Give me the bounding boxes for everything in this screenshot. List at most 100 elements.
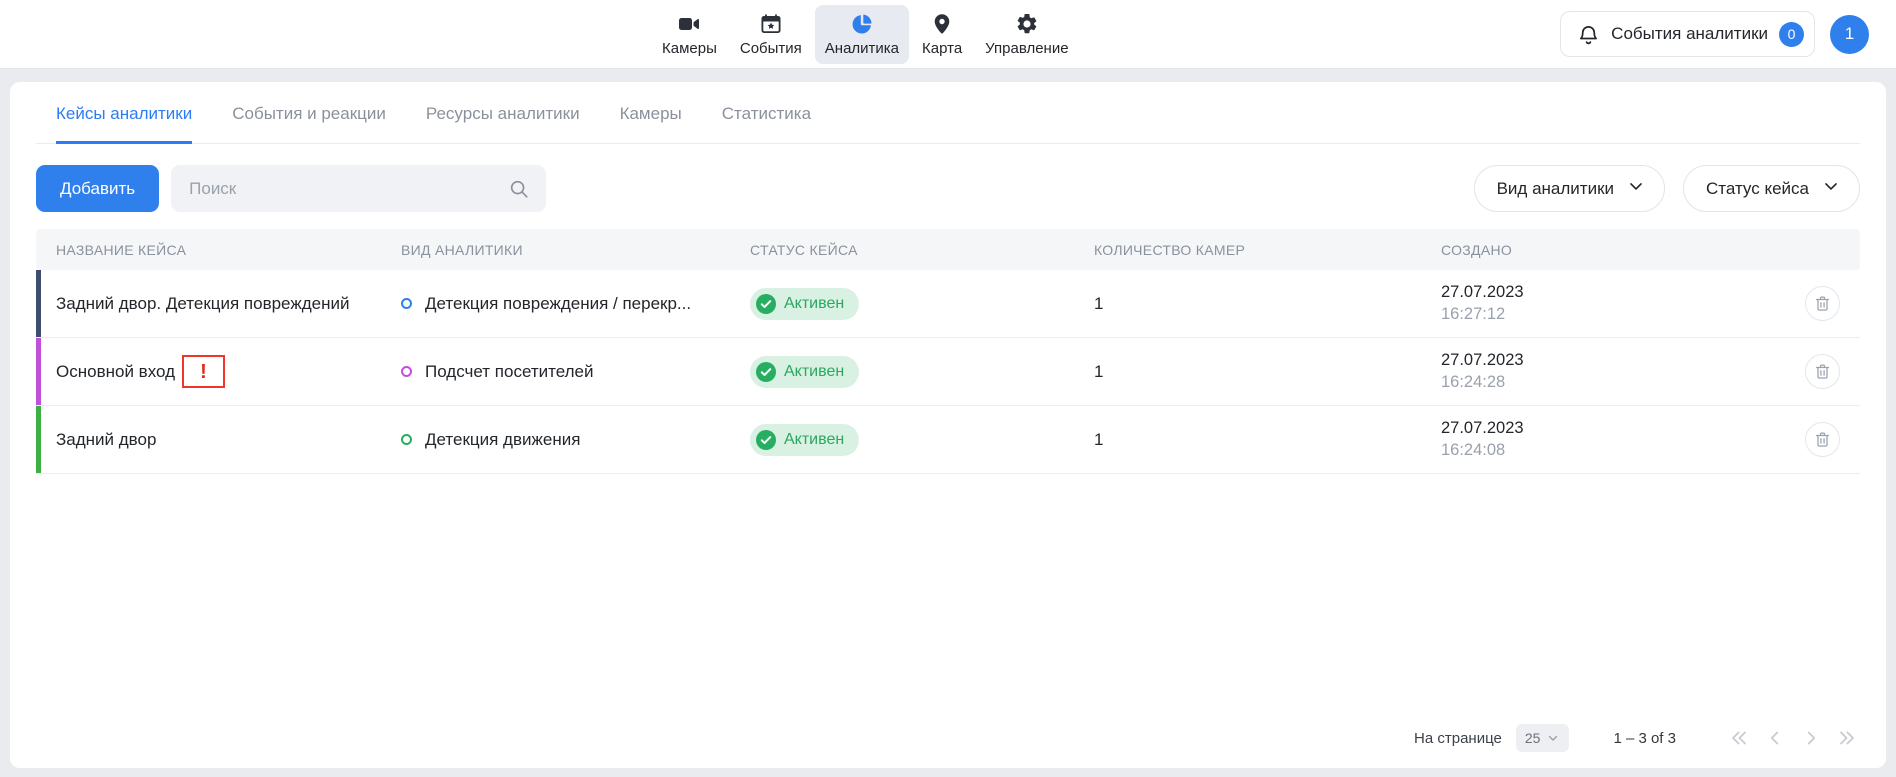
chevron-down-icon bbox=[1546, 731, 1560, 745]
table-row[interactable]: Основной вход ! Подсчет посетителей Акти… bbox=[36, 338, 1860, 406]
pager bbox=[1726, 725, 1860, 751]
exclamation-icon: ! bbox=[200, 362, 207, 382]
analytics-type-cell: Детекция движения bbox=[401, 430, 750, 450]
nav-item-label: События bbox=[740, 40, 802, 57]
add-button[interactable]: Добавить bbox=[36, 165, 159, 212]
analytics-icon bbox=[850, 12, 874, 36]
case-color-stripe bbox=[36, 270, 41, 337]
analytics-type-ring-icon bbox=[401, 434, 412, 445]
analytics-type-ring-icon bbox=[401, 366, 412, 377]
nav-item[interactable]: События bbox=[730, 5, 812, 64]
status-badge: Активен bbox=[750, 424, 859, 456]
created-time: 16:27:12 bbox=[1441, 304, 1790, 326]
top-navigation-bar: Камеры События Аналитика Карта Управлени… bbox=[0, 0, 1896, 69]
analytics-events-label: События аналитики bbox=[1611, 24, 1768, 44]
search-box bbox=[171, 165, 546, 212]
toolbar: Добавить Вид аналитики Статус кейса bbox=[36, 165, 1860, 212]
tab[interactable]: Кейсы аналитики bbox=[56, 82, 192, 144]
analytics-type-label: Детекция движения bbox=[425, 430, 580, 450]
column-header: ВИД АНАЛИТИКИ bbox=[401, 242, 750, 258]
nav-item-label: Аналитика bbox=[825, 40, 899, 57]
column-header: НАЗВАНИЕ КЕЙСА bbox=[36, 242, 401, 258]
tabs-bar: Кейсы аналитики События и реакции Ресурсы … bbox=[36, 82, 1860, 144]
delete-case-button[interactable] bbox=[1805, 422, 1840, 457]
last-page-button[interactable] bbox=[1834, 725, 1860, 751]
column-header: СТАТУС КЕЙСА bbox=[750, 242, 1094, 258]
main-nav: Камеры События Аналитика Карта Управлени… bbox=[652, 0, 1079, 68]
case-name: Задний двор. Детекция повреждений bbox=[56, 294, 349, 314]
nav-item[interactable]: Карта bbox=[912, 5, 972, 64]
per-page-label: На странице bbox=[1414, 730, 1502, 747]
analytics-events-button[interactable]: События аналитики 0 bbox=[1560, 11, 1815, 57]
case-status-filter[interactable]: Статус кейса bbox=[1683, 165, 1860, 212]
events-count-badge: 0 bbox=[1779, 22, 1804, 47]
created-cell: 27.07.2023 16:24:28 bbox=[1441, 350, 1790, 394]
nav-item-label: Камеры bbox=[662, 40, 717, 57]
camera-icon bbox=[677, 12, 701, 36]
delete-case-button[interactable] bbox=[1805, 286, 1840, 321]
case-name-cell: Задний двор bbox=[36, 430, 401, 450]
tab[interactable]: Статистика bbox=[722, 82, 811, 144]
check-circle-icon bbox=[756, 430, 776, 450]
tab[interactable]: Камеры bbox=[620, 82, 682, 144]
camera-count: 1 bbox=[1094, 362, 1441, 382]
case-name-cell: Задний двор. Детекция повреждений bbox=[36, 294, 401, 314]
search-input[interactable] bbox=[171, 165, 546, 212]
chevron-down-icon bbox=[1821, 176, 1841, 201]
nav-item[interactable]: Управление bbox=[975, 5, 1078, 64]
alert-highlight-box: ! bbox=[182, 355, 225, 388]
user-avatar[interactable]: 1 bbox=[1830, 15, 1869, 54]
created-date: 27.07.2023 bbox=[1441, 350, 1790, 372]
case-status-cell: Активен bbox=[750, 424, 1094, 456]
trash-icon bbox=[1813, 430, 1832, 449]
case-name: Задний двор bbox=[56, 430, 156, 450]
analytics-type-label: Подсчет посетителей bbox=[425, 362, 593, 382]
chevron-down-icon bbox=[1626, 176, 1646, 201]
case-status-cell: Активен bbox=[750, 356, 1094, 388]
row-actions bbox=[1790, 422, 1860, 457]
table-row[interactable]: Задний двор Детекция движения Активен 1 bbox=[36, 406, 1860, 474]
created-cell: 27.07.2023 16:27:12 bbox=[1441, 282, 1790, 326]
status-label: Активен bbox=[784, 431, 844, 449]
created-time: 16:24:08 bbox=[1441, 440, 1790, 462]
table-row[interactable]: Задний двор. Детекция повреждений Детекц… bbox=[36, 270, 1860, 338]
topbar-right: События аналитики 0 1 bbox=[1560, 11, 1896, 57]
case-color-stripe bbox=[36, 406, 41, 473]
tab[interactable]: События и реакции bbox=[232, 82, 386, 144]
analytics-type-ring-icon bbox=[401, 298, 412, 309]
nav-item-label: Карта bbox=[922, 40, 962, 57]
nav-item-label: Управление bbox=[985, 40, 1068, 57]
pagination-bar: На странице 25 1 – 3 of 3 bbox=[36, 710, 1860, 768]
analytics-type-filter[interactable]: Вид аналитики bbox=[1474, 165, 1665, 212]
check-circle-icon bbox=[756, 294, 776, 314]
row-actions bbox=[1790, 286, 1860, 321]
analytics-type-filter-label: Вид аналитики bbox=[1497, 179, 1614, 199]
case-name: Основной вход bbox=[56, 362, 175, 382]
tab[interactable]: Ресурсы аналитики bbox=[426, 82, 580, 144]
nav-item[interactable]: Аналитика bbox=[815, 5, 909, 64]
per-page-select[interactable]: 25 bbox=[1516, 724, 1570, 752]
camera-count: 1 bbox=[1094, 430, 1441, 450]
analytics-page-card: Кейсы аналитики События и реакции Ресурсы … bbox=[10, 82, 1886, 768]
created-date: 27.07.2023 bbox=[1441, 418, 1790, 440]
next-page-button[interactable] bbox=[1798, 725, 1824, 751]
status-label: Активен bbox=[784, 295, 844, 313]
settings-icon bbox=[1015, 12, 1039, 36]
nav-item[interactable]: Камеры bbox=[652, 5, 727, 64]
column-header: КОЛИЧЕСТВО КАМЕР bbox=[1094, 242, 1441, 258]
status-badge: Активен bbox=[750, 288, 859, 320]
search-icon bbox=[508, 178, 530, 200]
trash-icon bbox=[1813, 362, 1832, 381]
analytics-type-cell: Подсчет посетителей bbox=[401, 362, 750, 382]
table-body: Задний двор. Детекция повреждений Детекц… bbox=[36, 270, 1860, 474]
per-page-value: 25 bbox=[1525, 730, 1541, 746]
case-color-stripe bbox=[36, 338, 41, 405]
first-page-button[interactable] bbox=[1726, 725, 1752, 751]
delete-case-button[interactable] bbox=[1805, 354, 1840, 389]
case-name-cell: Основной вход ! bbox=[36, 355, 401, 388]
case-status-filter-label: Статус кейса bbox=[1706, 179, 1809, 199]
status-label: Активен bbox=[784, 363, 844, 381]
prev-page-button[interactable] bbox=[1762, 725, 1788, 751]
status-badge: Активен bbox=[750, 356, 859, 388]
events-icon bbox=[759, 12, 783, 36]
